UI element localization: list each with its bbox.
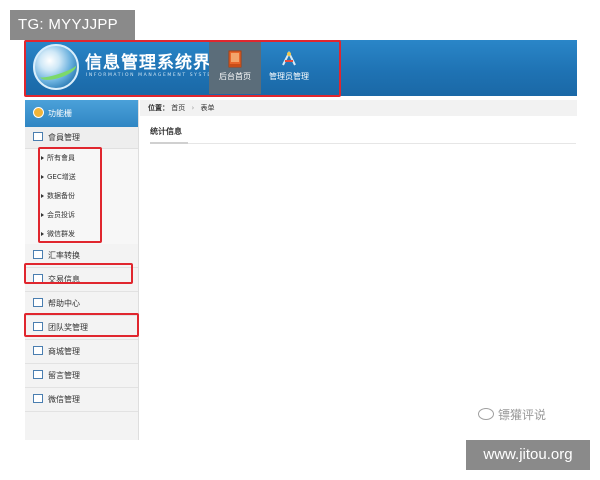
- book-icon: [228, 50, 242, 68]
- breadcrumb-home-link[interactable]: 首页: [171, 104, 185, 112]
- gear-icon: [33, 107, 44, 118]
- sidebar-item-label: 商城管理: [48, 347, 80, 356]
- main-content: 统计信息: [140, 116, 577, 440]
- sidebar-item-team-award[interactable]: 团队奖管理: [25, 316, 138, 340]
- submenu-item-gec[interactable]: GEC增送: [25, 168, 138, 187]
- tab-statistics[interactable]: 统计信息: [150, 126, 182, 137]
- wechat-watermark: 镖獾评说: [478, 406, 546, 423]
- chat-icon: [33, 250, 43, 259]
- submenu-item-backup[interactable]: 数据备份: [25, 187, 138, 206]
- breadcrumb-label: 位置：: [148, 104, 169, 112]
- screenshot-stage: TG: MYYJJPP 信息管理系统界面 INFORMATION MANAGEM…: [0, 0, 600, 480]
- breadcrumb-current: 表单: [200, 104, 215, 112]
- calendar-icon: [33, 322, 43, 331]
- tg-watermark: TG: MYYJJPP: [10, 10, 135, 40]
- sidebar-header-label: 功能栅: [48, 109, 72, 118]
- sidebar-item-exchange-rate[interactable]: 汇率转换: [25, 244, 138, 268]
- breadcrumb: 位置： 首页 › 表单: [140, 100, 577, 116]
- sidebar-item-label: 微信管理: [48, 395, 80, 404]
- wechat-watermark-label: 镖獾评说: [498, 408, 547, 422]
- sidebar-item-label: 留言管理: [48, 371, 80, 380]
- sidebar-item-label: 团队奖管理: [48, 323, 88, 332]
- nav-home-button[interactable]: 后台首页: [209, 42, 261, 94]
- document-icon: [33, 132, 43, 141]
- sidebar-item-mall[interactable]: 商城管理: [25, 340, 138, 364]
- sidebar-item-messages[interactable]: 留言管理: [25, 364, 138, 388]
- wechat-icon: [478, 407, 494, 420]
- site-watermark: www.jitou.org: [466, 440, 590, 470]
- sidebar-group-members: 會員管理 所有會員 GEC增送 数据备份 会员投诉 微信群发: [25, 127, 138, 244]
- sidebar-item-wechat[interactable]: 微信管理: [25, 388, 138, 412]
- app-title: 信息管理系统界面: [85, 53, 229, 73]
- tab-divider: [150, 143, 576, 144]
- sidebar: 功能栅 會員管理 所有會員 GEC增送 数据备份 会员投诉 微信群发 汇率转换 …: [25, 100, 139, 440]
- nav-admin-button[interactable]: 管理员管理: [262, 42, 316, 94]
- sidebar-item-trade-info[interactable]: 交易信息: [25, 268, 138, 292]
- logo: [33, 44, 79, 90]
- submenu-item-wechat-mass[interactable]: 微信群发: [25, 225, 138, 244]
- breadcrumb-separator: ›: [191, 104, 195, 112]
- sidebar-item-label: 會員管理: [48, 133, 80, 142]
- sidebar-item-label: 汇率转换: [48, 251, 80, 260]
- edit-icon: [33, 298, 43, 307]
- chat-icon: [33, 394, 43, 403]
- nav-admin-label: 管理员管理: [269, 72, 309, 81]
- sidebar-header: 功能栅: [25, 100, 138, 127]
- app-header: 信息管理系统界面 INFORMATION MANAGEMENT SYSTEM G…: [25, 40, 577, 96]
- document-icon: [33, 274, 43, 283]
- sidebar-item-label: 交易信息: [48, 275, 80, 284]
- sidebar-item-label: 帮助中心: [48, 299, 80, 308]
- tools-icon: [282, 50, 296, 66]
- sidebar-item-help[interactable]: 帮助中心: [25, 292, 138, 316]
- sidebar-item-members[interactable]: 會員管理: [25, 127, 138, 149]
- tab-active-indicator: [150, 142, 188, 144]
- submenu-item-all-members[interactable]: 所有會員: [25, 149, 138, 168]
- members-submenu: 所有會員 GEC增送 数据备份 会员投诉 微信群发: [25, 149, 138, 244]
- nav-home-label: 后台首页: [219, 72, 251, 81]
- submenu-item-complaints[interactable]: 会员投诉: [25, 206, 138, 225]
- edit-icon: [33, 370, 43, 379]
- document-icon: [33, 346, 43, 355]
